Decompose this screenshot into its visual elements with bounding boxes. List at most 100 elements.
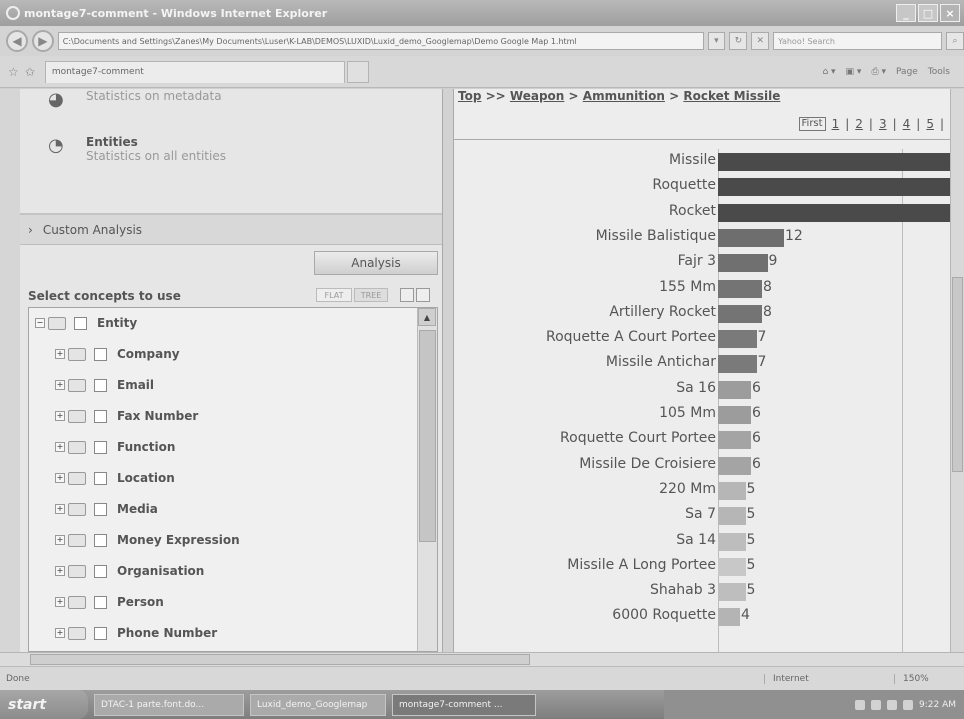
bar[interactable]: [718, 481, 746, 500]
tree-scrollbar[interactable]: ▲: [417, 308, 437, 651]
pager-2[interactable]: 2: [855, 117, 863, 131]
expand-icon[interactable]: +: [55, 504, 65, 514]
tools-menu[interactable]: Tools: [928, 67, 950, 77]
tab-montage7-comment[interactable]: montage7-comment: [44, 60, 345, 83]
flat-view-button[interactable]: FLAT: [316, 288, 352, 302]
pane-splitter[interactable]: [442, 89, 454, 652]
back-button[interactable]: ◀: [6, 30, 28, 52]
bar[interactable]: [718, 330, 757, 349]
task-button-doc[interactable]: DTAC-1 parte.font.do...: [94, 693, 244, 716]
pager-1[interactable]: 1: [832, 117, 840, 131]
favorites-star-icon[interactable]: ☆: [8, 65, 19, 79]
expand-icon[interactable]: +: [55, 473, 65, 483]
expand-icon[interactable]: +: [55, 380, 65, 390]
bar[interactable]: [718, 254, 768, 273]
pager-4[interactable]: 4: [903, 117, 911, 131]
stop-icon[interactable]: ✕: [751, 32, 770, 50]
tree-item[interactable]: + Organisation: [55, 562, 204, 580]
collapse-all-icon[interactable]: [400, 288, 414, 302]
task-button-ie[interactable]: montage7-comment ...: [392, 693, 536, 716]
expand-icon[interactable]: +: [55, 411, 65, 421]
expand-icon[interactable]: +: [55, 566, 65, 576]
expand-icon[interactable]: +: [55, 349, 65, 359]
scroll-up-icon[interactable]: ▲: [418, 308, 436, 326]
print-icon[interactable]: ⎙ ▾: [871, 67, 886, 77]
bar[interactable]: [718, 178, 950, 197]
bar[interactable]: [718, 380, 751, 399]
new-tab-button[interactable]: [346, 60, 369, 83]
bar[interactable]: [718, 355, 757, 374]
horizontal-scroll-thumb[interactable]: [30, 654, 530, 665]
home-icon[interactable]: ⌂ ▾: [822, 67, 835, 77]
search-input[interactable]: Yahoo! Search: [773, 32, 943, 50]
feeds-icon[interactable]: ▣ ▾: [846, 67, 862, 77]
bar[interactable]: [718, 153, 950, 171]
bar[interactable]: [718, 507, 746, 526]
close-button[interactable]: ×: [940, 4, 960, 22]
checkbox[interactable]: [94, 347, 107, 361]
checkbox[interactable]: [94, 533, 107, 547]
expand-icon[interactable]: +: [55, 442, 65, 452]
checkbox[interactable]: [94, 502, 107, 516]
bar[interactable]: [718, 279, 762, 298]
breadcrumb-rocket-missile[interactable]: Rocket Missile: [683, 89, 780, 103]
bar[interactable]: [718, 406, 751, 424]
bar[interactable]: [718, 228, 784, 247]
tray-icon[interactable]: [887, 699, 897, 710]
checkbox[interactable]: [94, 626, 107, 640]
bar[interactable]: [718, 532, 746, 551]
checkbox[interactable]: [94, 471, 107, 485]
tree-item[interactable]: + Phone Number: [55, 624, 217, 642]
tree-item[interactable]: + Money Expression: [55, 531, 240, 549]
bar[interactable]: [718, 304, 762, 323]
checkbox[interactable]: [94, 440, 107, 454]
start-button[interactable]: start: [0, 690, 88, 719]
task-button-folder[interactable]: Luxid_demo_Googlemap: [250, 693, 386, 716]
add-favorites-icon[interactable]: ✩: [25, 65, 35, 79]
checkbox[interactable]: [94, 595, 107, 609]
forward-button[interactable]: ▶: [31, 30, 54, 52]
pager-3[interactable]: 3: [879, 117, 887, 131]
tree-item[interactable]: + Fax Number: [55, 407, 198, 425]
tree-item[interactable]: + Company: [55, 345, 180, 363]
collapse-icon[interactable]: −: [35, 318, 45, 328]
checkbox[interactable]: [94, 564, 107, 578]
tree-item[interactable]: + Location: [55, 469, 175, 487]
maximize-button[interactable]: □: [918, 4, 938, 22]
scroll-thumb[interactable]: [419, 330, 436, 542]
bar[interactable]: [718, 203, 950, 222]
search-icon[interactable]: ⌕: [946, 32, 964, 50]
tray-icon[interactable]: [855, 699, 865, 710]
tree-item[interactable]: + Function: [55, 438, 175, 456]
breadcrumb-top[interactable]: Top: [458, 89, 481, 103]
page-menu[interactable]: Page: [896, 67, 918, 77]
checkbox[interactable]: [94, 378, 107, 392]
stat-metadata[interactable]: ◕ Statistics on metadata: [48, 89, 222, 115]
tree-item[interactable]: + Media: [55, 500, 158, 518]
tree-item[interactable]: + Email: [55, 376, 154, 394]
stat-entities[interactable]: ◔ Entities Statistics on all entities: [48, 135, 226, 163]
address-input[interactable]: C:\Documents and Settings\Zanes\My Docum…: [57, 32, 704, 50]
page-vertical-scrollbar[interactable]: [950, 89, 964, 652]
breadcrumb-ammunition[interactable]: Ammunition: [583, 89, 665, 103]
bar[interactable]: [718, 456, 751, 475]
expand-icon[interactable]: +: [55, 597, 65, 607]
page-horizontal-scrollbar[interactable]: [0, 652, 964, 666]
minimize-button[interactable]: _: [896, 4, 916, 22]
breadcrumb-weapon[interactable]: Weapon: [510, 89, 564, 103]
bar[interactable]: [718, 608, 740, 627]
bar[interactable]: [718, 431, 751, 450]
pager-first[interactable]: First: [798, 117, 826, 131]
bar[interactable]: [718, 583, 746, 602]
address-dropdown-icon[interactable]: ▾: [707, 32, 726, 50]
tray-icon[interactable]: [871, 699, 881, 710]
expand-icon[interactable]: +: [55, 628, 65, 638]
page-scroll-thumb[interactable]: [952, 277, 963, 472]
analysis-button[interactable]: Analysis: [314, 251, 438, 275]
refresh-icon[interactable]: ↻: [729, 32, 748, 50]
expand-icon[interactable]: +: [55, 535, 65, 545]
tree-root-entity[interactable]: − Entity: [35, 314, 137, 332]
custom-analysis-header[interactable]: › Custom Analysis: [20, 215, 442, 245]
checkbox[interactable]: [74, 316, 87, 330]
checkbox[interactable]: [94, 409, 107, 423]
